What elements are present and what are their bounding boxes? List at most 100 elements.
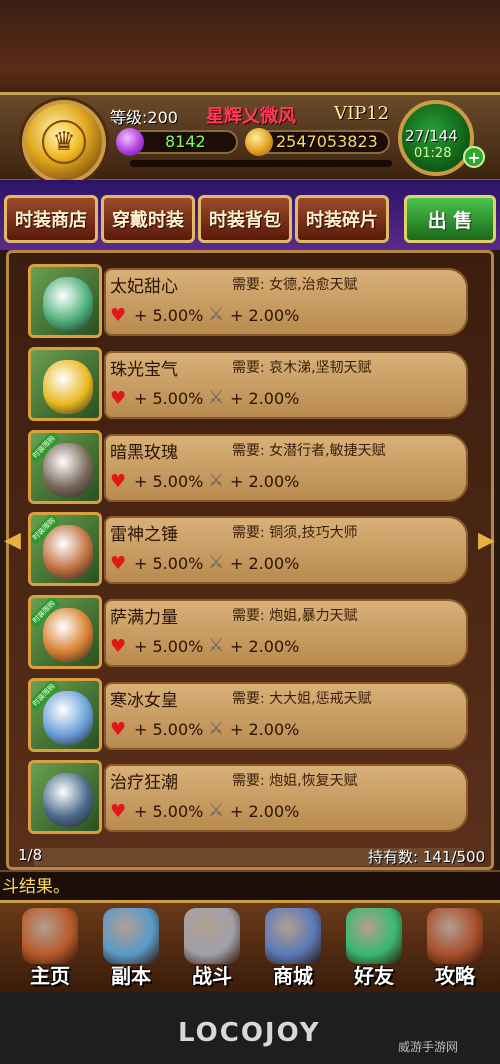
heart-icon: ♥ [110,305,127,326]
list-item[interactable]: 时装限购 雷神之锤 需要: 铜须,技巧大师 ♥ + 5.00% ⚔ + 2.00… [28,512,472,588]
crossed-swords-icon: ⚔ [208,552,225,573]
list-item[interactable]: 太妃甜心 需要: 女德,治愈天赋 ♥ + 5.00% ⚔ + 2.00% [28,264,472,340]
fashion-requirement: 需要: 大大姐,惩戒天赋 [232,691,372,707]
list-item[interactable]: 治疗狂潮 需要: 炮姐,恢复天赋 ♥ + 5.00% ⚔ + 2.00% [28,760,472,836]
hero-face-icon [43,443,93,497]
fashion-requirement: 需要: 炮姐,恢复天赋 [232,773,358,789]
top-background [0,0,500,100]
fashion-name: 寒冰女皇 [110,691,178,711]
nav-label: 商城 [273,964,313,988]
fashion-portrait[interactable]: 时装限购 [28,678,102,752]
friends-icon [346,908,402,964]
gem-icon [116,128,144,156]
player-name: 星辉乂微风 [206,106,296,127]
watermark: 威游手游网 [398,1040,459,1054]
owned-count: 持有数: 141/500 [368,848,486,866]
fashion-portrait[interactable]: 时装限购 [28,430,102,504]
list-item[interactable]: 时装限购 暗黑玫瑰 需要: 女潜行者,敏捷天赋 ♥ + 5.00% ⚔ + 2.… [28,430,472,506]
fashion-portrait[interactable] [28,347,102,421]
fashion-name: 太妃甜心 [110,277,178,297]
nav-item[interactable]: 主页 [10,906,90,990]
prev-page-arrow-icon[interactable]: ◀ [4,528,21,553]
heart-icon: ♥ [110,553,127,574]
energy-value: 27/144 [405,127,458,145]
tab-fashion-fragments[interactable]: 时装碎片 [295,195,389,243]
hero-face-icon [43,691,93,745]
tab-fashion-bag[interactable]: 时装背包 [198,195,292,243]
hp-bonus: + 5.00% [134,720,204,739]
fashion-requirement: 需要: 女德,治愈天赋 [232,277,358,293]
fashion-name: 萨满力量 [110,608,178,628]
heart-icon: ♥ [110,471,127,492]
list-item[interactable]: 珠光宝气 需要: 哀木涕,坚韧天赋 ♥ + 5.00% ⚔ + 2.00% [28,347,472,423]
fashion-name: 雷神之锤 [110,525,178,545]
player-level: 等级:200 [110,108,178,127]
fashion-requirement: 需要: 炮姐,暴力天赋 [232,608,358,624]
guide-icon [427,908,483,964]
attack-bonus: + 2.00% [230,554,300,573]
attack-bonus: + 2.00% [230,389,300,408]
heart-icon: ♥ [110,636,127,657]
gems-value: 8142 [165,132,206,151]
fashion-name: 珠光宝气 [110,360,178,380]
battle-log [0,870,500,900]
tab-wear-fashion[interactable]: 穿戴时装 [101,195,195,243]
nav-item[interactable]: 攻略 [415,906,495,990]
fashion-portrait[interactable] [28,264,102,338]
sell-button[interactable]: 出 售 [404,195,496,243]
nav-item[interactable]: 好友 [334,906,414,990]
crossed-swords-icon: ⚔ [208,635,225,656]
nav-label: 攻略 [435,964,475,988]
next-page-arrow-icon[interactable]: ▶ [478,528,495,553]
battle-log-text: 斗结果。 [2,877,70,897]
attack-bonus: + 2.00% [230,306,300,325]
dungeon-icon [103,908,159,964]
crossed-swords-icon: ⚔ [208,800,225,821]
attack-bonus: + 2.00% [230,720,300,739]
home-icon [22,908,78,964]
fashion-requirement: 需要: 铜须,技巧大师 [232,525,358,541]
hero-face-icon [43,277,93,331]
hp-bonus: + 5.00% [134,554,204,573]
crossed-swords-icon: ⚔ [208,470,225,491]
fashion-portrait[interactable]: 时装限购 [28,595,102,669]
nav-label: 战斗 [192,964,232,988]
fashion-requirement: 需要: 女潜行者,敏捷天赋 [232,443,386,459]
page-indicator: 1/8 [18,846,43,864]
nav-item[interactable]: 副本 [91,906,171,990]
vip-badge[interactable]: VIP12 [334,103,389,124]
add-energy-button[interactable]: + [463,146,485,168]
fashion-portrait[interactable]: 时装限购 [28,512,102,586]
hp-bonus: + 5.00% [134,389,204,408]
list-item[interactable]: 时装限购 寒冰女皇 需要: 大大姐,惩戒天赋 ♥ + 5.00% ⚔ + 2.0… [28,678,472,754]
hp-bonus: + 5.00% [134,637,204,656]
list-item[interactable]: 时装限购 萨满力量 需要: 炮姐,暴力天赋 ♥ + 5.00% ⚔ + 2.00… [28,595,472,671]
player-avatar[interactable]: ♛ [22,100,106,184]
energy-timer: 01:28 [414,146,452,161]
crossed-swords-icon: ⚔ [208,304,225,325]
heart-icon: ♥ [110,388,127,409]
crossed-swords-icon: ⚔ [208,387,225,408]
nav-item[interactable]: 战斗 [172,906,252,990]
hp-bonus: + 5.00% [134,306,204,325]
fashion-name: 治疗狂潮 [110,773,178,793]
heart-icon: ♥ [110,801,127,822]
hp-bonus: + 5.00% [134,802,204,821]
crossed-swords-icon: ⚔ [208,718,225,739]
heart-icon: ♥ [110,719,127,740]
locojoy-logo: LOCOJOY [178,1018,321,1048]
hero-face-icon [43,773,93,827]
tab-fashion-shop[interactable]: 时装商店 [4,195,98,243]
battle-icon [184,908,240,964]
shop-icon [265,908,321,964]
attack-bonus: + 2.00% [230,802,300,821]
nav-label: 主页 [30,964,70,988]
nav-label: 副本 [111,964,151,988]
xp-bar [130,160,392,167]
attack-bonus: + 2.00% [230,637,300,656]
nav-item[interactable]: 商城 [253,906,333,990]
hero-face-icon [43,360,93,414]
attack-bonus: + 2.00% [230,472,300,491]
gold-value: 2547053823 [276,132,378,151]
fashion-portrait[interactable] [28,760,102,834]
